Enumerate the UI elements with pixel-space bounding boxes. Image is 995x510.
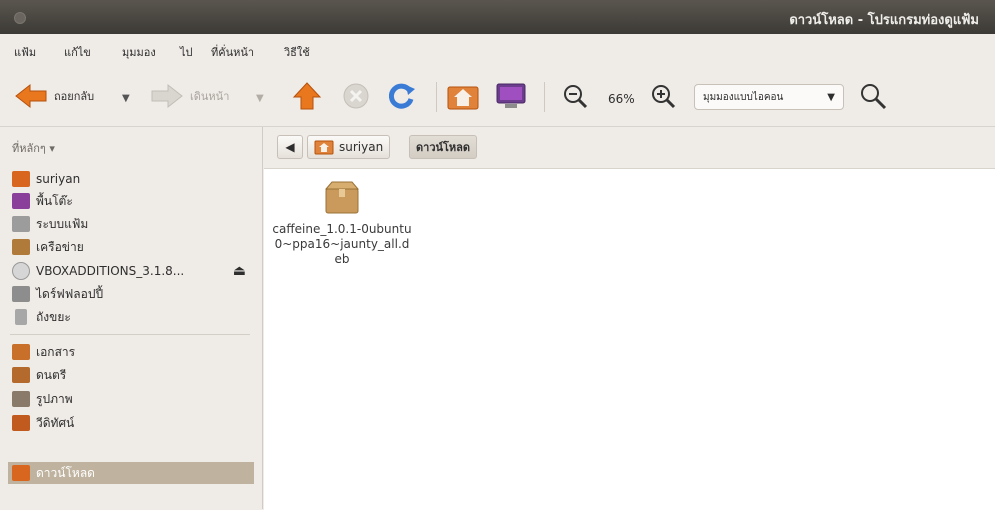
home-folder-icon [12,171,30,187]
stop-icon [343,83,369,109]
forward-history-dropdown[interactable]: ▼ [256,93,264,104]
computer-icon [496,83,526,108]
chevron-down-icon: ▾ [49,142,55,155]
sidebar-item-label: พื้นโต๊ะ [36,193,73,208]
zoom-in-button[interactable] [650,76,676,116]
toolbar: ถอยกลับ ▼ เดินหน้า ▼ 66% มุมมองแบบไอคอน … [0,66,995,127]
path-scroll-left-button[interactable]: ◀ [277,135,303,159]
search-button[interactable] [858,76,888,116]
sidebar-item-music[interactable]: ดนตรี [8,364,254,386]
menu-help[interactable]: วิธีใช้ [284,43,310,61]
network-icon [12,239,30,255]
filesystem-icon [12,216,30,232]
sidebar-item-home[interactable]: suriyan [8,168,254,190]
file-name: caffeine_1.0.1-0ubuntu0~ppa16~jaunty_all… [272,222,412,266]
toolbar-separator [436,82,437,112]
menu-bar: แฟ้ม แก้ไข มุมมอง ไป ที่คั่นหน้า วิธีใช้ [0,34,995,66]
menu-go[interactable]: ไป [180,43,193,61]
computer-button[interactable] [494,76,528,116]
sidebar-item-network[interactable]: เครือข่าย [8,236,254,258]
videos-icon [12,415,30,431]
path-button-home[interactable]: suriyan [307,135,391,159]
sidebar-item-downloads[interactable]: ดาวน์โหลด [8,462,254,484]
file-item[interactable]: caffeine_1.0.1-0ubuntu0~ppa16~jaunty_all… [272,179,412,267]
back-label: ถอยกลับ [54,90,95,103]
reload-button[interactable] [386,76,416,116]
sidebar-item-documents[interactable]: เอกสาร [8,341,254,363]
toolbar-separator [544,82,545,112]
chevron-down-icon: ▼ [827,91,835,103]
file-view[interactable]: caffeine_1.0.1-0ubuntu0~ppa16~jaunty_all… [264,168,995,510]
back-history-dropdown[interactable]: ▼ [122,93,130,104]
up-button[interactable] [292,76,322,116]
path-bar: ◀ suriyan ดาวน์โหลด [263,127,995,167]
sidebar-item-trash[interactable]: ถังขยะ [8,306,254,328]
sidebar-item-desktop[interactable]: พื้นโต๊ะ [8,190,254,212]
sidebar-item-label: suriyan [36,172,81,186]
package-icon [324,181,360,214]
eject-icon[interactable]: ⏏ [233,263,246,279]
sidebar-item-cdrom[interactable]: VBOXADDITIONS_3.1.8... ⏏ [8,260,254,282]
window-title: ดาวน์โหลด - โปรแกรมท่องดูแฟ้ม [789,13,979,28]
stop-button[interactable] [342,76,370,116]
sidebar: ที่หลักๆ ▾ suriyan พื้นโต๊ะ ระบบแฟ้ม เคร… [0,127,263,509]
zoom-out-button[interactable] [562,76,588,116]
downloads-icon [12,465,30,481]
window-close-button[interactable] [14,12,26,24]
sidebar-item-label: ดนตรี [36,367,67,382]
title-bar: ดาวน์โหลด - โปรแกรมท่องดูแฟ้ม [0,0,995,34]
cdrom-icon [12,262,30,280]
home-folder-icon [314,140,334,155]
path-button-current[interactable]: ดาวน์โหลด [409,135,478,159]
sidebar-item-label: VBOXADDITIONS_3.1.8... [36,264,185,278]
menu-view[interactable]: มุมมอง [122,43,156,61]
forward-arrow-icon [151,83,183,109]
sidebar-item-videos[interactable]: วีดิทัศน์ [8,412,254,434]
up-arrow-icon [292,82,322,110]
floppy-icon [12,286,30,302]
music-icon [12,367,30,383]
back-button[interactable]: ถอยกลับ [14,76,94,116]
home-button[interactable] [446,76,480,116]
chevron-left-icon: ◀ [285,140,295,154]
menu-file[interactable]: แฟ้ม [14,43,36,61]
sidebar-item-pictures[interactable]: รูปภาพ [8,388,254,410]
path-button-label: suriyan [339,140,384,154]
sidebar-item-label: ดาวน์โหลด [36,465,95,480]
view-mode-select[interactable]: มุมมองแบบไอคอน ▼ [694,84,844,110]
zoom-level: 66% [608,92,635,106]
path-button-label: ดาวน์โหลด [416,141,471,154]
reload-icon [388,83,415,109]
sidebar-item-floppy[interactable]: ไดร์ฟฟลอปปี้ [8,283,254,305]
trash-icon [15,309,27,325]
desktop-icon [12,193,30,209]
back-arrow-icon [15,83,47,109]
sidebar-item-label: วีดิทัศน์ [36,415,75,430]
sidebar-item-label: ไดร์ฟฟลอปปี้ [36,286,104,301]
menu-edit[interactable]: แก้ไข [64,43,91,61]
menu-bookmarks[interactable]: ที่คั่นหน้า [211,43,254,61]
sidebar-item-label: เอกสาร [36,344,76,359]
sidebar-separator [10,334,250,335]
forward-label: เดินหน้า [190,90,230,103]
forward-button[interactable]: เดินหน้า [150,76,229,116]
zoom-in-icon [652,85,676,109]
sidebar-item-label: รูปภาพ [36,391,73,406]
sidebar-item-label: ระบบแฟ้ม [36,216,89,231]
sidebar-item-filesystem[interactable]: ระบบแฟ้ม [8,213,254,235]
documents-icon [12,344,30,360]
zoom-out-icon [564,85,588,109]
view-mode-value: มุมมองแบบไอคอน [703,91,784,103]
sidebar-item-label: ถังขยะ [36,309,71,324]
sidebar-header[interactable]: ที่หลักๆ ▾ [12,139,55,157]
home-folder-icon [447,86,479,110]
search-icon [861,84,887,110]
pictures-icon [12,391,30,407]
sidebar-item-label: เครือข่าย [36,239,84,254]
